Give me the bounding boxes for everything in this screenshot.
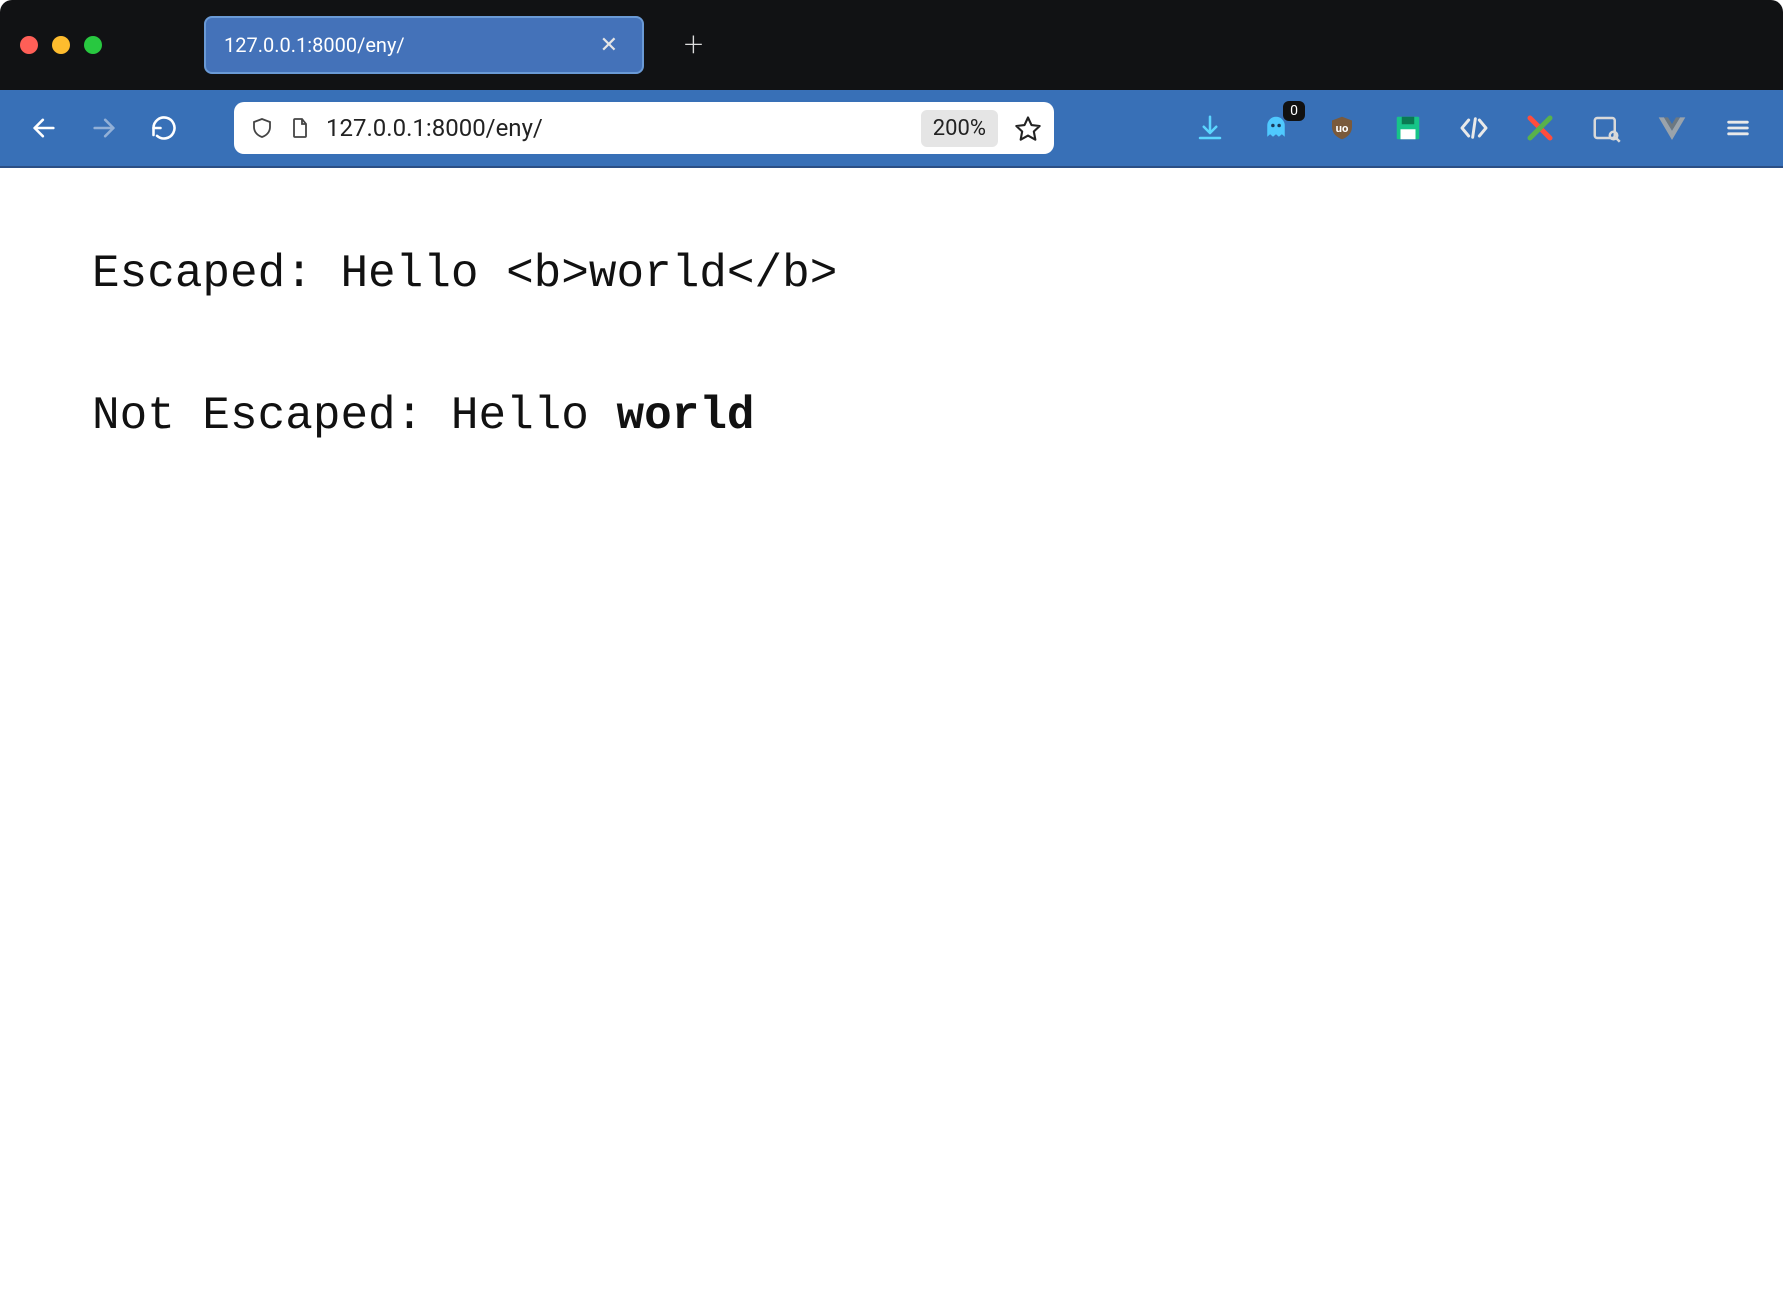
shield-icon (250, 116, 274, 140)
page-content: Escaped: Hello <b>world</b> Not Escaped:… (0, 168, 1783, 612)
floppy-disk-icon (1393, 113, 1423, 143)
cross-swords-icon (1525, 113, 1555, 143)
browser-tab[interactable]: 127.0.0.1:8000/eny/ ✕ (204, 16, 644, 74)
page-icon (288, 116, 312, 140)
escaped-label: Escaped: (92, 248, 340, 300)
save-extension[interactable] (1391, 111, 1425, 145)
zoom-level-badge[interactable]: 200% (921, 110, 998, 147)
not-escaped-prefix: Hello (451, 390, 617, 442)
reload-icon (150, 114, 178, 142)
escaped-value: Hello <b>world</b> (340, 248, 837, 300)
window-controls (20, 36, 102, 54)
devtools-extension[interactable] (1457, 111, 1491, 145)
not-escaped-line: Not Escaped: Hello world (92, 390, 1691, 442)
ublock-shield-icon: uo (1327, 113, 1357, 143)
noscript-extension[interactable] (1523, 111, 1557, 145)
toolbar-extensions: 0 uo (1193, 111, 1759, 145)
ublock-extension[interactable]: uo (1325, 111, 1359, 145)
svg-text:uo: uo (1336, 122, 1349, 135)
arrow-right-icon (90, 114, 118, 142)
vue-devtools-extension[interactable] (1655, 111, 1689, 145)
document-search-icon (1591, 113, 1621, 143)
escaped-line: Escaped: Hello <b>world</b> (92, 248, 1691, 300)
code-icon (1458, 112, 1490, 144)
window-minimize-button[interactable] (52, 36, 70, 54)
not-escaped-bold: world (617, 390, 755, 442)
reload-button[interactable] (144, 108, 184, 148)
downloads-button[interactable] (1193, 111, 1227, 145)
download-icon (1195, 113, 1225, 143)
hamburger-icon (1724, 114, 1752, 142)
back-button[interactable] (24, 108, 64, 148)
app-menu-button[interactable] (1721, 111, 1755, 145)
forward-button[interactable] (84, 108, 124, 148)
bookmark-button[interactable] (1012, 112, 1044, 144)
not-escaped-label: Not Escaped: (92, 390, 451, 442)
browser-toolbar: 127.0.0.1:8000/eny/ 200% 0 uo (0, 90, 1783, 168)
arrow-left-icon (30, 114, 58, 142)
window-maximize-button[interactable] (84, 36, 102, 54)
tab-title: 127.0.0.1:8000/eny/ (224, 33, 594, 57)
window-titlebar: 127.0.0.1:8000/eny/ ✕ + (0, 0, 1783, 90)
url-text: 127.0.0.1:8000/eny/ (326, 114, 907, 142)
tab-close-button[interactable]: ✕ (594, 31, 624, 60)
url-bar[interactable]: 127.0.0.1:8000/eny/ 200% (234, 102, 1054, 154)
extension-badge: 0 (1283, 101, 1305, 121)
ghostery-extension[interactable]: 0 (1259, 111, 1293, 145)
window-close-button[interactable] (20, 36, 38, 54)
star-icon (1014, 114, 1042, 142)
vue-icon (1656, 113, 1688, 143)
reader-extension[interactable] (1589, 111, 1623, 145)
new-tab-button[interactable]: + (684, 28, 703, 62)
